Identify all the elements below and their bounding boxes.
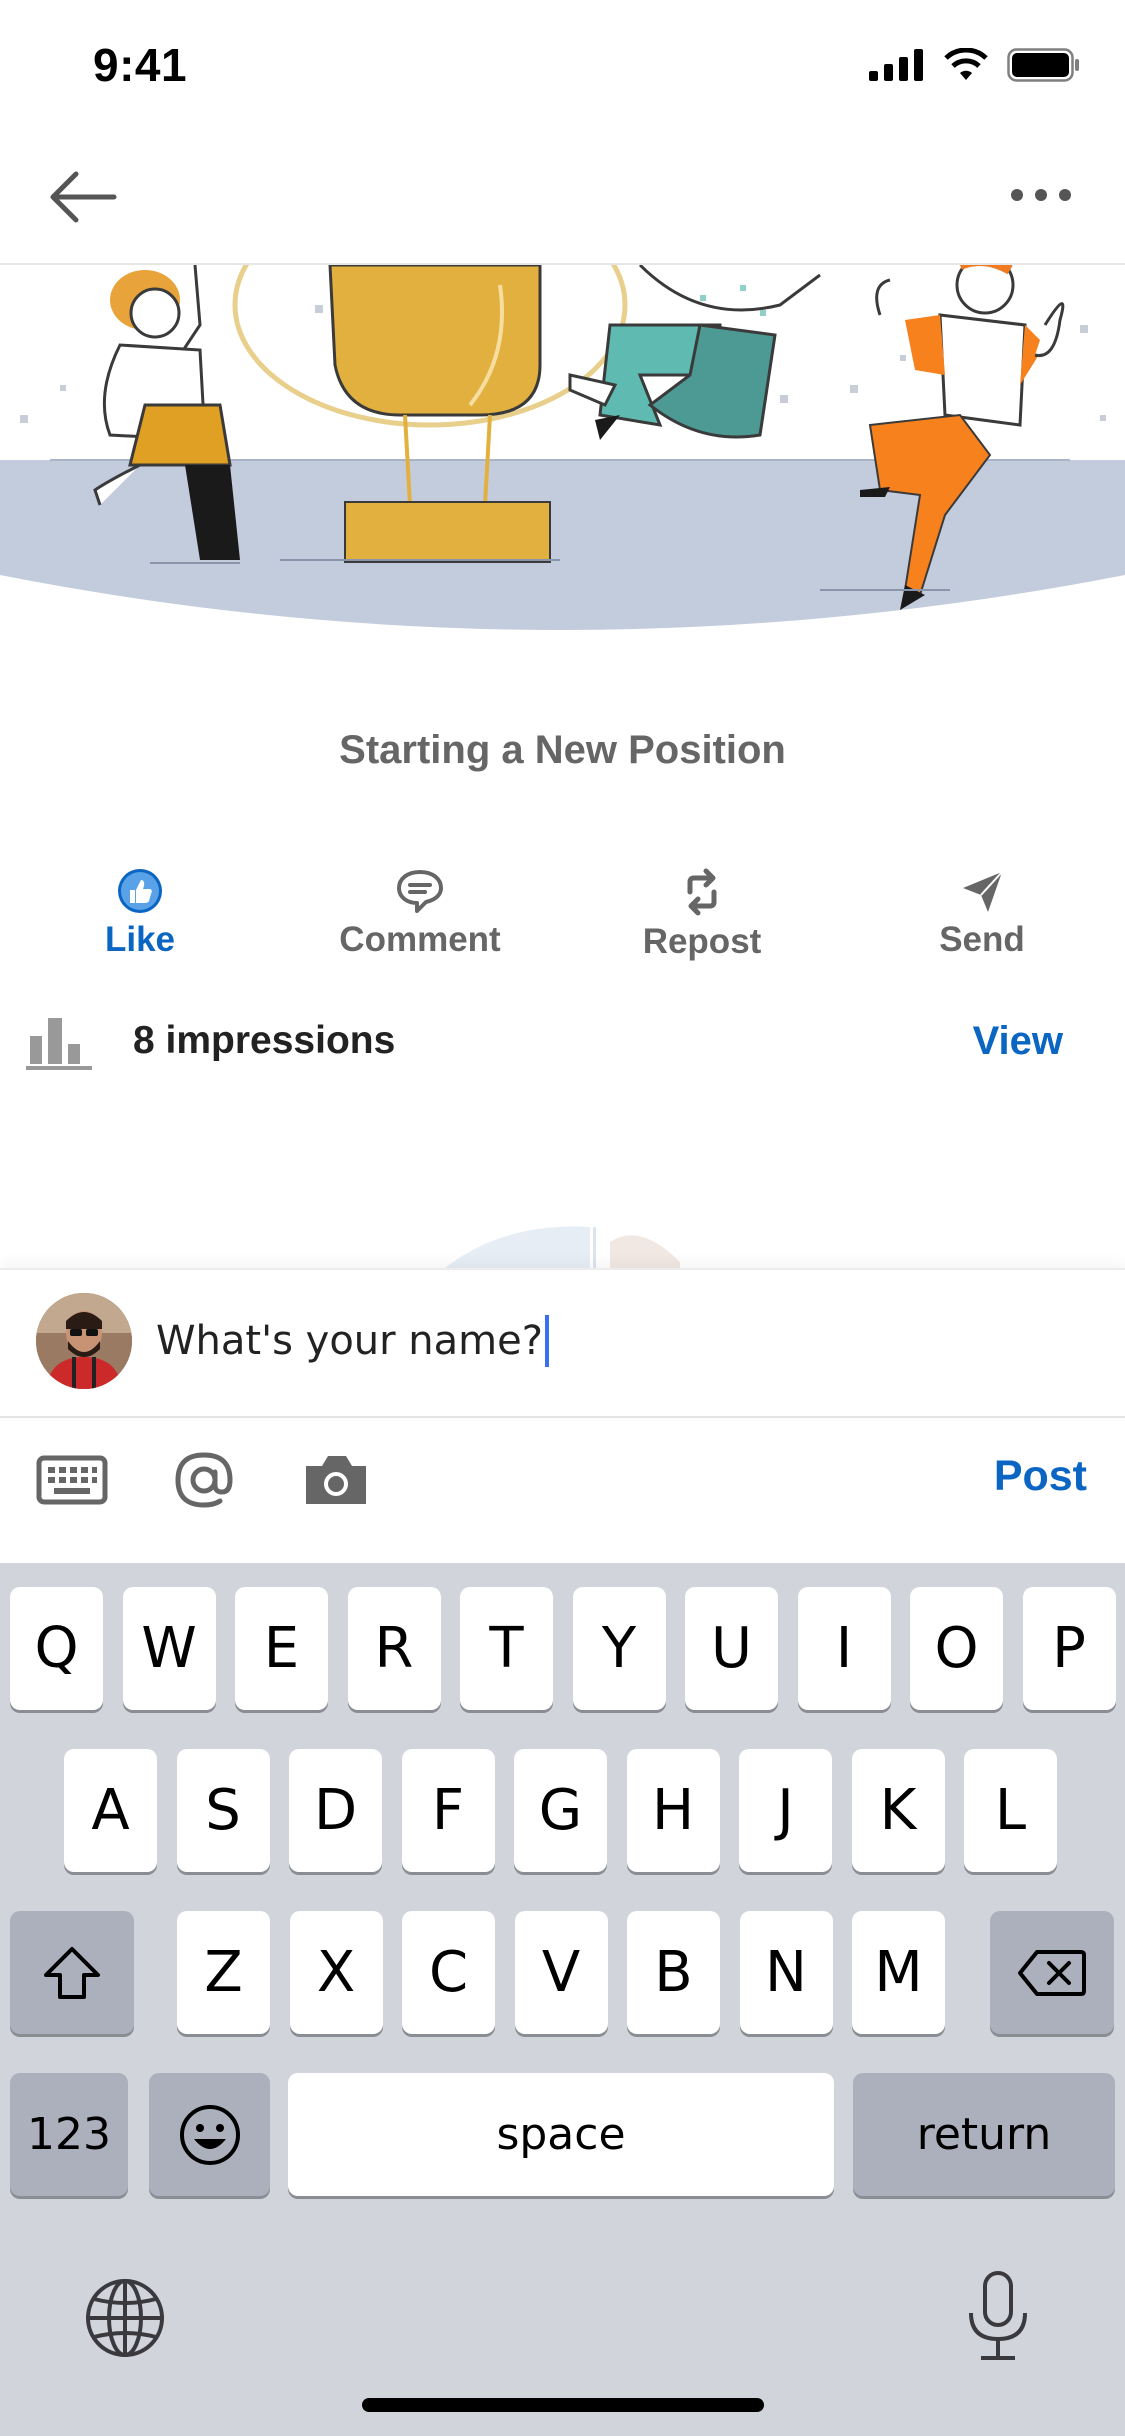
wifi-icon — [944, 48, 988, 80]
at-sign-icon[interactable] — [168, 1450, 240, 1510]
key-i[interactable]: I — [797, 1587, 891, 1710]
backspace-icon — [1018, 1949, 1086, 1996]
key-q[interactable]: Q — [10, 1587, 103, 1710]
home-indicator — [362, 2398, 764, 2412]
repost-button[interactable]: Repost — [602, 868, 802, 962]
key-d[interactable]: D — [289, 1749, 382, 1872]
thumbs-up-icon — [118, 869, 162, 913]
microphone-icon[interactable] — [963, 2269, 1033, 2363]
key-o[interactable]: O — [910, 1587, 1003, 1710]
shift-icon — [44, 1946, 100, 1999]
avatar — [36, 1293, 132, 1389]
key-j[interactable]: J — [739, 1749, 832, 1872]
key-t[interactable]: T — [460, 1587, 553, 1710]
key-r[interactable]: R — [347, 1587, 441, 1710]
composer-divider — [0, 1416, 1125, 1418]
key-g[interactable]: G — [514, 1749, 607, 1872]
comment-label: Comment — [339, 920, 501, 959]
emoji-icon — [179, 2104, 240, 2165]
emoji-key[interactable] — [149, 2073, 270, 2196]
comment-icon — [397, 870, 443, 913]
post-illustration — [0, 265, 1125, 660]
send-icon — [963, 871, 1003, 912]
key-u[interactable]: U — [685, 1587, 778, 1710]
send-label: Send — [939, 920, 1025, 959]
key-z[interactable]: Z — [177, 1911, 270, 2034]
view-impressions-link[interactable]: View — [973, 1019, 1063, 1064]
status-icons — [869, 48, 1081, 82]
comment-input[interactable]: What's your name? — [156, 1311, 956, 1371]
like-label: Like — [104, 920, 176, 959]
key-l[interactable]: L — [964, 1749, 1057, 1872]
key-k[interactable]: K — [851, 1749, 945, 1872]
key-s[interactable]: S — [176, 1749, 270, 1872]
key-p[interactable]: P — [1022, 1587, 1116, 1710]
post-button[interactable]: Post — [994, 1452, 1087, 1501]
comment-button[interactable]: Comment — [320, 868, 520, 960]
cellular-signal-icon — [869, 49, 923, 81]
next-post-preview — [400, 1222, 720, 1272]
repost-label: Repost — [642, 922, 762, 961]
key-y[interactable]: Y — [572, 1587, 666, 1710]
analytics-bar-icon — [26, 1018, 92, 1070]
key-c[interactable]: C — [402, 1911, 495, 2034]
globe-icon[interactable] — [84, 2277, 166, 2359]
delete-key[interactable] — [990, 1911, 1114, 2034]
key-x[interactable]: X — [289, 1911, 383, 2034]
camera-icon[interactable] — [300, 1450, 372, 1510]
text-caret — [544, 1315, 549, 1367]
key-h[interactable]: H — [626, 1749, 720, 1872]
impressions-count: 8 impressions — [133, 1019, 396, 1062]
space-key[interactable]: space — [288, 2073, 834, 2196]
key-m[interactable]: M — [852, 1911, 945, 2034]
shift-key[interactable] — [10, 1911, 134, 2034]
post-caption: Starting a New Position — [339, 728, 786, 772]
repost-icon — [687, 868, 717, 916]
ios-keyboard: QWERTYUIOP ASDFGHJKL ZXCVBNM 123 space r… — [0, 1563, 1125, 2436]
more-horizontal-icon[interactable] — [1009, 180, 1073, 210]
key-b[interactable]: B — [627, 1911, 720, 2034]
return-key[interactable]: return — [853, 2073, 1115, 2196]
key-w[interactable]: W — [122, 1587, 216, 1710]
status-time: 9:41 — [93, 39, 188, 91]
send-button[interactable]: Send — [882, 868, 1082, 960]
numbers-key[interactable]: 123 — [10, 2073, 128, 2196]
comment-input-text: What's your name? — [156, 1318, 543, 1364]
keyboard-icon[interactable] — [36, 1450, 108, 1510]
key-a[interactable]: A — [64, 1749, 157, 1872]
key-n[interactable]: N — [739, 1911, 833, 2034]
battery-icon — [1007, 48, 1079, 82]
key-f[interactable]: F — [401, 1749, 495, 1872]
like-button[interactable]: Like — [40, 868, 240, 960]
arrow-left-icon[interactable] — [46, 160, 120, 234]
key-v[interactable]: V — [514, 1911, 608, 2034]
key-e[interactable]: E — [235, 1587, 328, 1710]
